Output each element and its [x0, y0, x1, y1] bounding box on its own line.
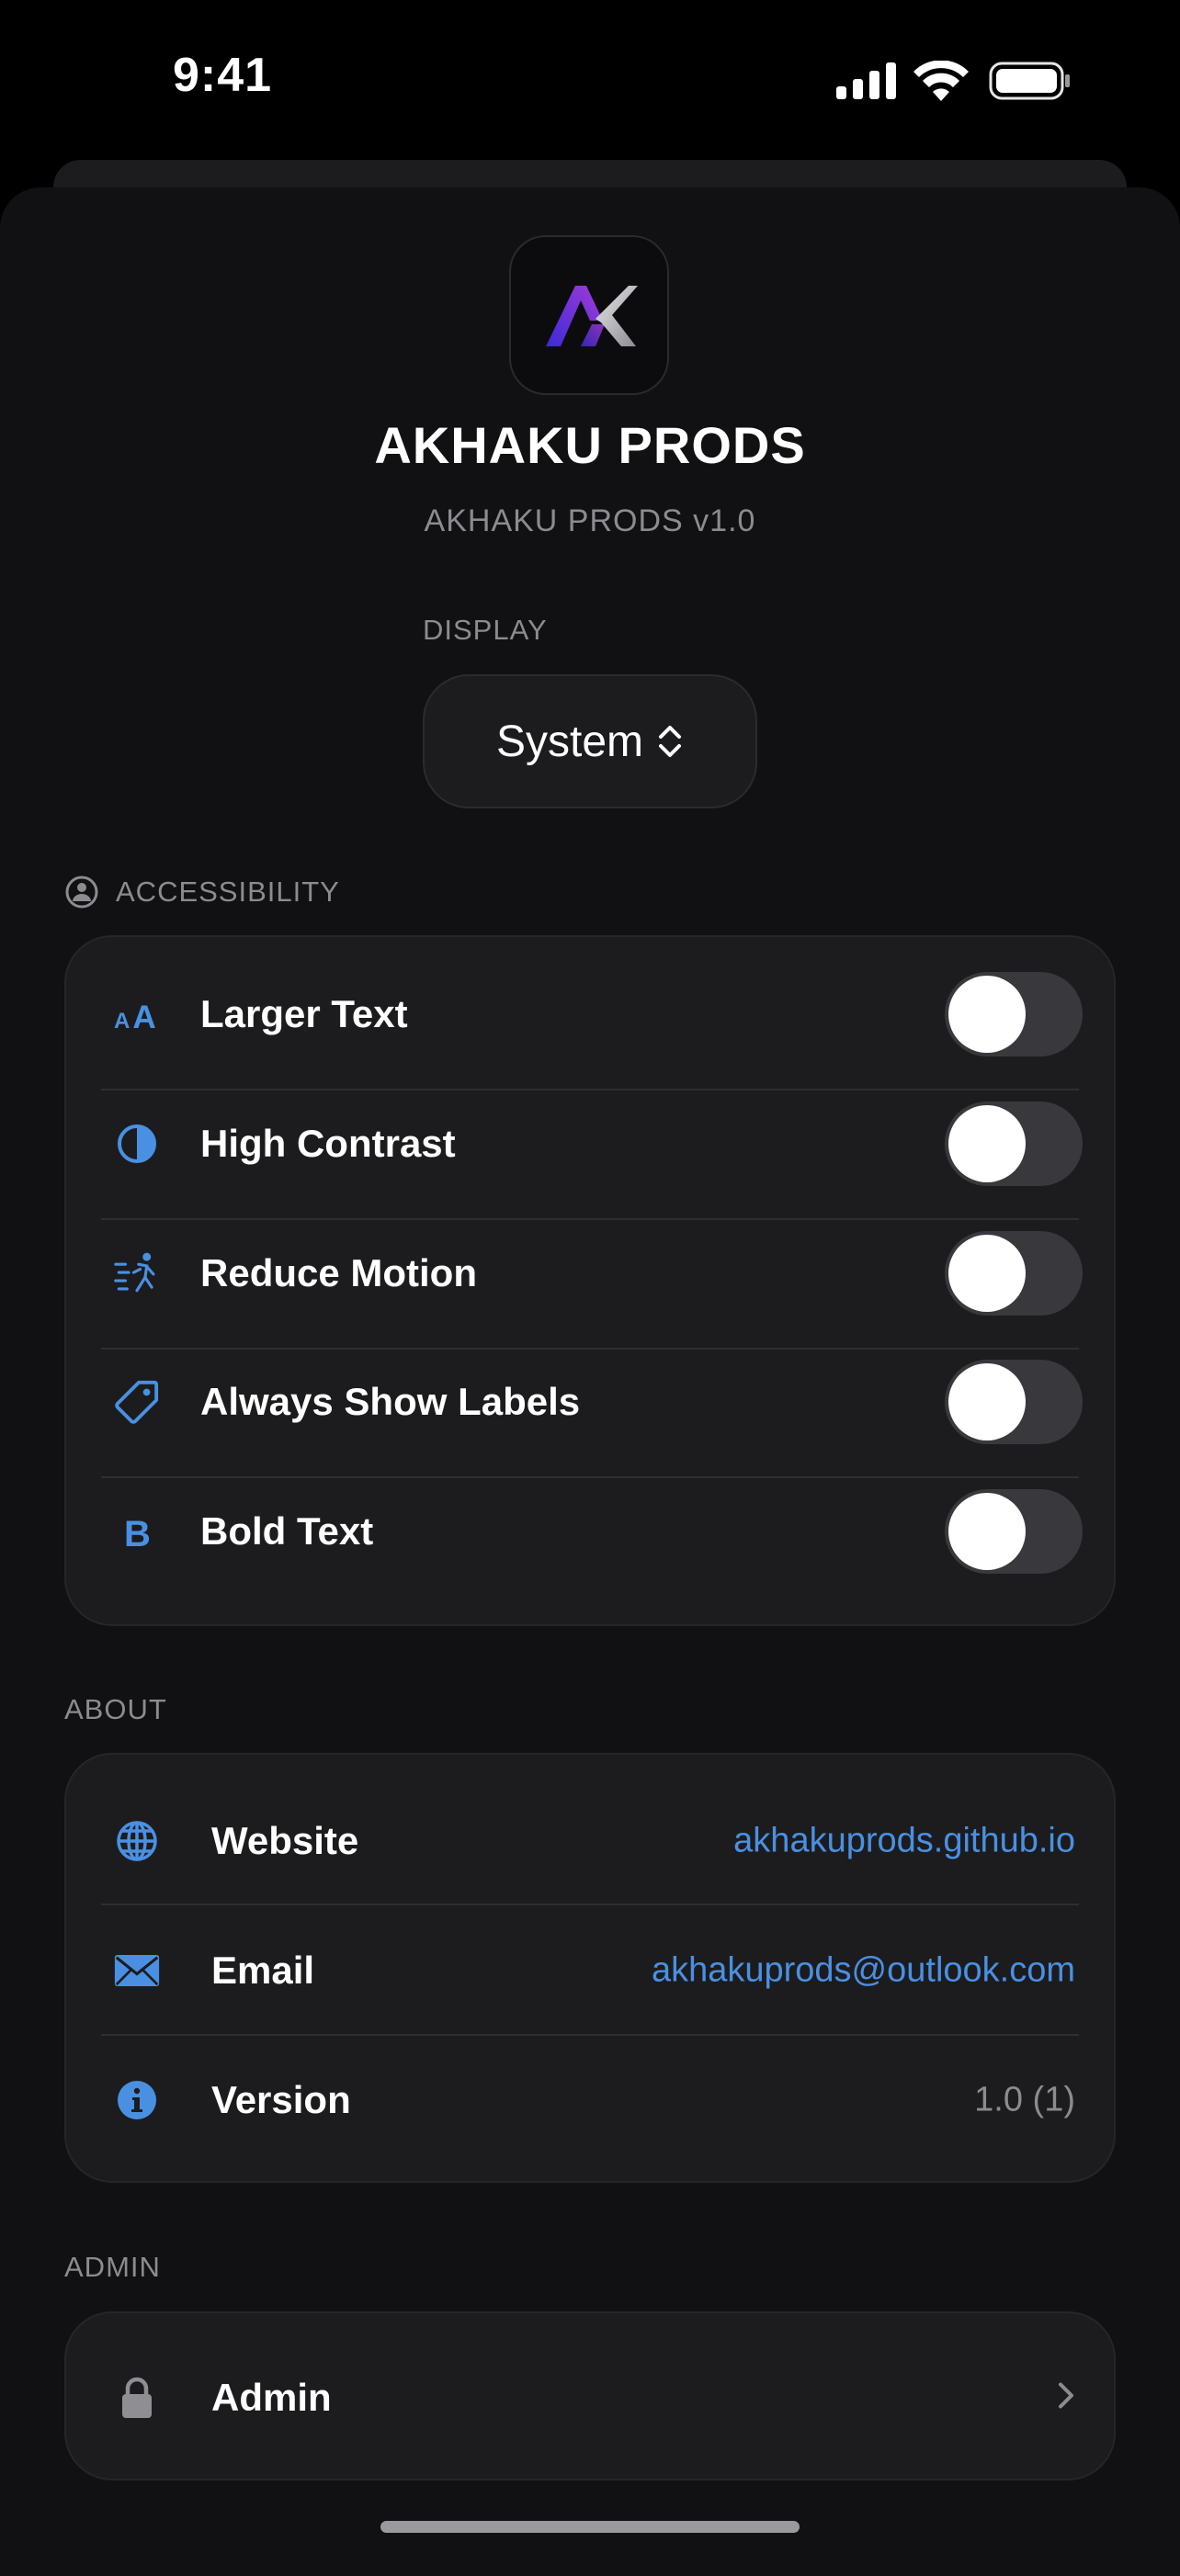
setting-row-bold-text: B Bold Text [66, 1467, 1114, 1596]
toggle-knob [948, 1105, 1026, 1182]
chevron-up-down-icon [659, 726, 682, 757]
chevron-right-icon [1055, 2379, 1077, 2417]
battery-icon [989, 62, 1070, 100]
motion-figure-icon [114, 1250, 160, 1296]
email-link[interactable]: akhakuprods@outlook.com [652, 1951, 1075, 1991]
envelope-icon [114, 1948, 160, 1994]
wifi-icon [913, 60, 969, 101]
display-mode-picker[interactable]: System [423, 674, 757, 808]
setting-label: Always Show Labels [200, 1380, 581, 1423]
toggle-knob [948, 976, 1026, 1053]
bold-text-toggle[interactable] [945, 1489, 1083, 1574]
status-time: 9:41 [173, 49, 273, 102]
setting-row-always-show-labels: Always Show Labels [66, 1338, 1114, 1466]
accessibility-section-label: ACCESSIBILITY [116, 876, 340, 908]
svg-text:A: A [132, 1000, 155, 1033]
reduce-motion-toggle[interactable] [945, 1231, 1083, 1316]
about-label: Email [211, 1949, 315, 1992]
toggle-knob [948, 1363, 1026, 1441]
larger-text-toggle[interactable] [945, 972, 1083, 1056]
version-value: 1.0 (1) [974, 2080, 1075, 2119]
setting-label: Bold Text [200, 1509, 374, 1553]
setting-row-reduce-motion: Reduce Motion [66, 1209, 1114, 1338]
about-section-label: ABOUT [64, 1693, 167, 1725]
home-indicator[interactable] [380, 2521, 800, 2533]
setting-row-high-contrast: High Contrast [66, 1079, 1114, 1208]
status-icons [833, 60, 1072, 101]
about-row-email[interactable]: Email akhakuprods@outlook.com [66, 1906, 1114, 2035]
high-contrast-toggle[interactable] [945, 1102, 1083, 1186]
about-row-website[interactable]: Website akhakuprods.github.io [66, 1777, 1114, 1905]
about-card: Website akhakuprods.github.io Email akha… [64, 1753, 1116, 2183]
globe-icon [114, 1818, 160, 1864]
setting-label: High Contrast [200, 1122, 456, 1165]
about-row-version: Version 1.0 (1) [66, 2036, 1114, 2164]
accessibility-person-icon [64, 875, 99, 914]
about-label: Version [211, 2078, 351, 2121]
lock-icon [114, 2375, 160, 2421]
admin-row[interactable]: Admin [66, 2333, 1114, 2462]
info-icon [114, 2077, 160, 2123]
toggle-knob [948, 1235, 1026, 1312]
app-version-subtitle: AKHAKU PRODS v1.0 [424, 503, 756, 538]
always-show-labels-toggle[interactable] [945, 1360, 1083, 1444]
website-link[interactable]: akhakuprods.github.io [733, 1822, 1075, 1861]
ak-logo-icon [546, 286, 638, 346]
row-divider [101, 1904, 1079, 1905]
display-section-label: DISPLAY [423, 614, 548, 646]
setting-row-larger-text: A A Larger Text [66, 950, 1114, 1079]
tag-icon [114, 1379, 160, 1425]
toggle-knob [948, 1493, 1026, 1570]
accessibility-card: A A Larger Text High Contrast Reduce Mot… [64, 935, 1116, 1626]
text-size-icon: A A [114, 991, 160, 1037]
setting-label: Larger Text [200, 992, 408, 1035]
about-label: Website [211, 1819, 359, 1862]
display-mode-value: System [495, 717, 644, 766]
svg-text:B: B [124, 1514, 151, 1552]
app-title: AKHAKU PRODS [374, 416, 806, 474]
admin-label: Admin [211, 2376, 332, 2419]
contrast-icon [114, 1121, 160, 1167]
cellular-signal-icon [836, 62, 896, 99]
setting-label: Reduce Motion [200, 1251, 477, 1294]
app-logo [509, 235, 669, 395]
bold-icon: B [114, 1508, 160, 1554]
svg-text:A: A [114, 1009, 130, 1033]
admin-section-label: ADMIN [64, 2251, 161, 2283]
admin-card[interactable]: Admin [64, 2311, 1116, 2480]
